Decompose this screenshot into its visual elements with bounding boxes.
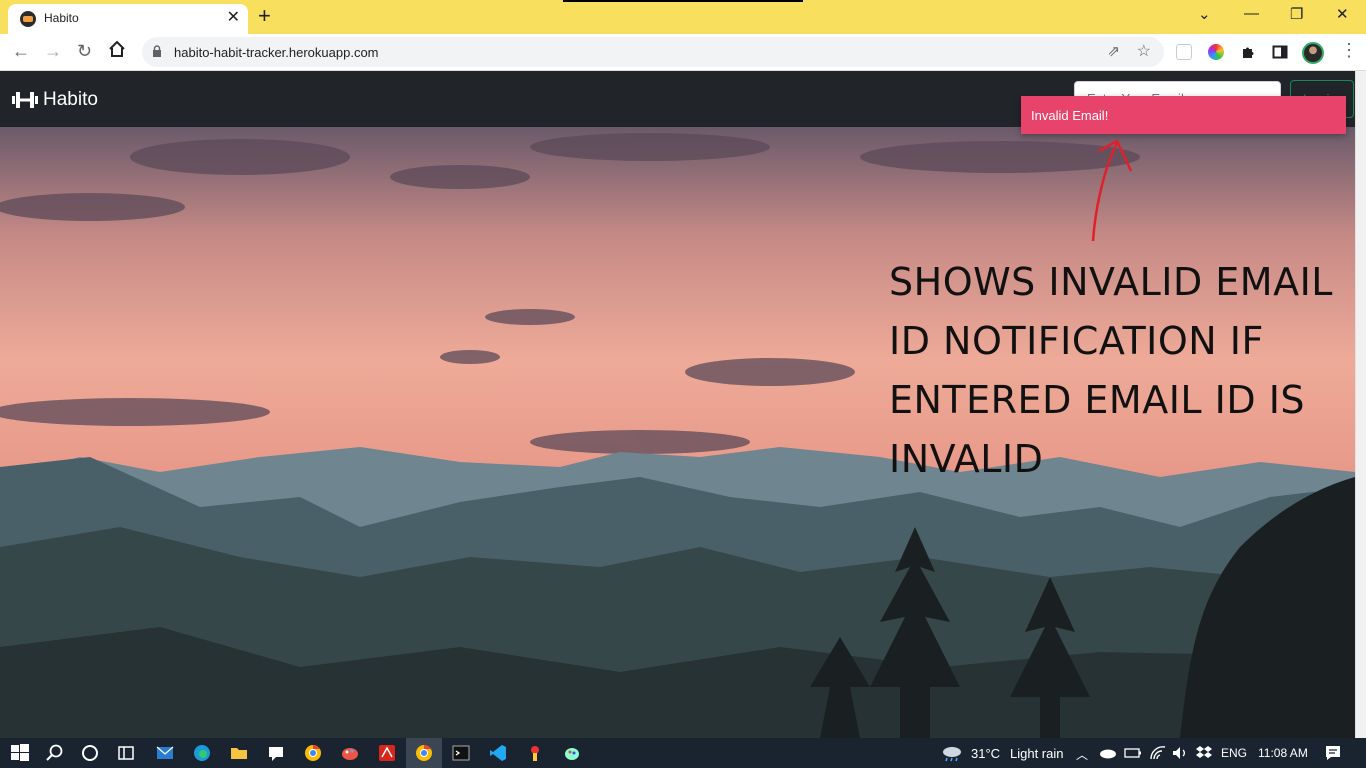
show-hidden-icons-chevron-icon[interactable]: ︿	[1076, 746, 1088, 763]
brand-name: Habito	[43, 89, 98, 110]
site-navbar: Habito Enter Your Email Login Invalid Em…	[0, 71, 1355, 134]
windows-taskbar: 31°C Light rain ︿ ENG 11:08 AM	[0, 738, 1366, 768]
annotation-arrow-icon	[1091, 139, 1133, 242]
invalid-email-toast: Invalid Email!	[1021, 96, 1346, 134]
brand-logo[interactable]: Habito	[12, 88, 98, 112]
weather-description[interactable]: Light rain	[1010, 746, 1063, 761]
restore-button[interactable]: ❐	[1290, 5, 1303, 23]
browser-tab-strip: Habito ✕ + ⌄ — ❐ ✕	[0, 0, 1366, 34]
annotation-text: SHOWS INVALID EMAIL ID NOTIFICATION IF E…	[889, 260, 1333, 481]
weather-temperature[interactable]: 31°C	[971, 746, 1000, 761]
habito-favicon-icon	[20, 11, 36, 27]
file-explorer-icon[interactable]	[229, 743, 249, 763]
tab-title: Habito	[44, 11, 79, 25]
share-icon[interactable]: ⇗	[1107, 42, 1120, 60]
clock-time[interactable]: 11:08 AM	[1258, 746, 1308, 760]
forward-icon[interactable]: →	[44, 40, 62, 62]
acrobat-icon[interactable]	[377, 743, 397, 763]
color-picker-extension-icon[interactable]	[1208, 44, 1224, 60]
bookmark-star-icon[interactable]: ☆	[1137, 41, 1151, 61]
mail-icon[interactable]	[155, 743, 175, 763]
page-scrollbar[interactable]	[1355, 71, 1366, 738]
vscode-icon[interactable]	[488, 743, 508, 763]
terminal-icon[interactable]	[451, 743, 471, 763]
chrome-icon[interactable]	[303, 743, 323, 763]
address-bar[interactable]: habito-habit-tracker.herokuapp.com ⇗ ☆	[142, 37, 1164, 67]
windows-start-icon[interactable]	[10, 743, 30, 763]
url-text: habito-habit-tracker.herokuapp.com	[174, 45, 379, 60]
app-icon[interactable]	[525, 743, 545, 763]
chrome-active-icon[interactable]	[414, 743, 434, 763]
weather-rain-icon[interactable]	[940, 743, 964, 763]
tab-close-icon[interactable]: ✕	[227, 8, 240, 28]
wifi-icon[interactable]	[1148, 743, 1168, 763]
language-indicator[interactable]: ENG	[1221, 746, 1247, 760]
reload-icon[interactable]: ↻	[77, 40, 92, 62]
browser-toolbar: ← → ↻ habito-habit-tracker.herokuapp.com…	[0, 34, 1366, 71]
title-bar-indicator	[563, 0, 803, 2]
task-view-icon[interactable]	[116, 743, 136, 763]
search-icon[interactable]	[45, 743, 65, 763]
window-close-button[interactable]: ✕	[1336, 5, 1349, 23]
web-page: Habito Enter Your Email Login Invalid Em…	[0, 71, 1355, 738]
volume-icon[interactable]	[1170, 743, 1190, 763]
extension-icon[interactable]	[1176, 44, 1192, 60]
notifications-icon[interactable]	[1323, 743, 1343, 763]
profile-avatar[interactable]	[1302, 42, 1324, 64]
minimize-button[interactable]: —	[1244, 5, 1259, 22]
lock-icon	[153, 45, 161, 57]
onedrive-icon[interactable]	[1098, 743, 1118, 763]
extensions-puzzle-icon[interactable]	[1240, 44, 1256, 60]
back-icon[interactable]: ←	[12, 40, 30, 62]
battery-icon[interactable]	[1123, 743, 1143, 763]
tab-search-icon[interactable]: ⌄	[1198, 5, 1211, 23]
edge-icon[interactable]	[192, 743, 212, 763]
browser-menu-icon[interactable]: ⋮	[1340, 40, 1358, 61]
new-tab-button[interactable]: +	[258, 3, 271, 29]
side-panel-icon[interactable]	[1272, 44, 1288, 60]
paint-icon[interactable]	[340, 743, 360, 763]
cortana-icon[interactable]	[80, 743, 100, 763]
dumbbell-icon	[12, 92, 38, 108]
browser-tab[interactable]: Habito ✕	[8, 4, 248, 34]
home-icon[interactable]	[108, 40, 126, 63]
paint3d-icon[interactable]	[562, 743, 582, 763]
feedback-icon[interactable]	[266, 743, 286, 763]
dropbox-icon[interactable]	[1194, 743, 1214, 763]
